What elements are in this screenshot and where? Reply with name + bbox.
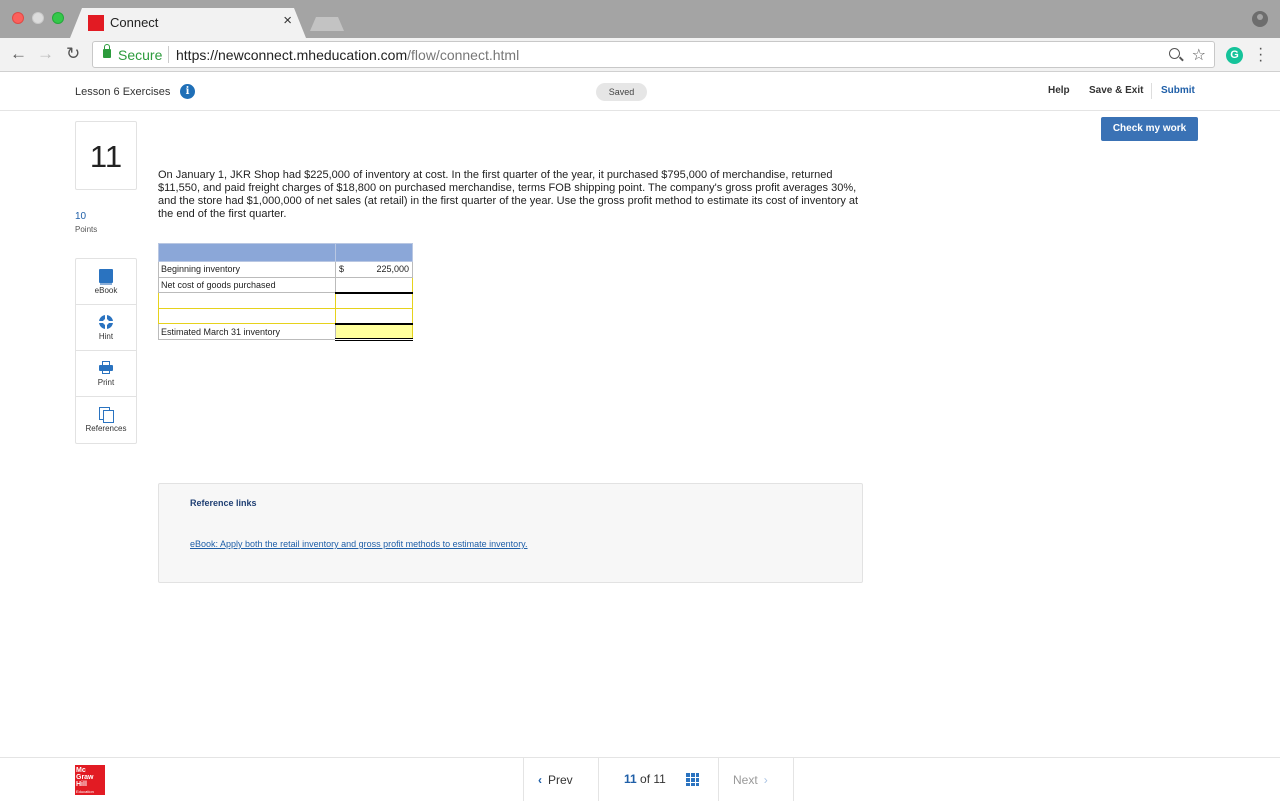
points-value: 10: [75, 211, 87, 222]
pager-divider: [718, 758, 719, 801]
secure-label: Secure: [118, 47, 163, 63]
book-icon: [99, 269, 113, 285]
browser-tab[interactable]: Connect ×: [70, 8, 306, 38]
close-window-button[interactable]: [12, 12, 24, 24]
question-grid-icon[interactable]: [686, 773, 699, 786]
beginning-inventory-value: $ 225,000: [335, 261, 413, 278]
table-row: Net cost of goods purchased: [158, 276, 413, 294]
reference-links-panel: Reference links eBook: Apply both the re…: [158, 483, 863, 583]
zoom-icon[interactable]: [1169, 48, 1180, 59]
table-row: [158, 307, 413, 325]
of-label: of: [640, 772, 651, 786]
amount-input-2[interactable]: [335, 307, 413, 325]
forward-arrow-icon[interactable]: →: [37, 44, 54, 64]
hint-label: Hint: [98, 332, 114, 341]
currency-symbol: $: [339, 264, 345, 274]
estimated-inventory-input[interactable]: [335, 323, 413, 341]
row-label-input-1[interactable]: [158, 292, 336, 309]
lesson-title: Lesson 6 Exercises: [75, 86, 171, 98]
minimize-window-button[interactable]: [32, 12, 44, 24]
help-link[interactable]: Help: [1048, 85, 1070, 96]
question-text: On January 1, JKR Shop had $225,000 of i…: [158, 169, 859, 220]
table-row: [158, 292, 413, 309]
logo-line: Hill: [76, 781, 87, 788]
print-label: Print: [97, 378, 115, 387]
amount: 225,000: [376, 264, 409, 274]
copy-icon: [99, 407, 114, 423]
mcgraw-hill-favicon-icon: [88, 15, 104, 31]
url-text[interactable]: https://newconnect.mheducation.com/flow/…: [176, 47, 519, 63]
saved-status-badge: Saved: [596, 83, 647, 101]
check-my-work-button[interactable]: Check my work: [1101, 117, 1198, 141]
lock-icon: [103, 44, 111, 58]
prev-button[interactable]: ‹ Prev: [538, 773, 573, 787]
browser-toolbar: ← → ↻ Secure https://newconnect.mheducat…: [0, 38, 1280, 72]
inventory-worksheet: Beginning inventory $ 225,000 Net cost o…: [158, 243, 413, 341]
amount-input-1[interactable]: [335, 292, 413, 309]
logo-line: Mc: [76, 767, 86, 774]
reference-links-title: Reference links: [190, 498, 257, 508]
points-label: Points: [75, 225, 98, 234]
table-row: Estimated March 31 inventory: [158, 323, 413, 341]
back-arrow-icon[interactable]: ←: [10, 44, 27, 64]
new-tab-button[interactable]: [310, 17, 344, 31]
question-position[interactable]: 11 of 11: [624, 772, 666, 786]
footer: Mc Graw Hill Education ‹ Prev 11 of 11 Ne…: [0, 757, 1280, 801]
logo-subline: Education: [76, 789, 94, 794]
print-button[interactable]: Print: [76, 351, 136, 397]
printer-icon: [99, 361, 113, 375]
next-label: Next: [733, 773, 758, 787]
maximize-window-button[interactable]: [52, 12, 64, 24]
profile-icon[interactable]: [1252, 11, 1268, 27]
chevron-left-icon: ‹: [538, 773, 542, 787]
ebook-button[interactable]: eBook: [76, 259, 136, 305]
ebook-reference-link[interactable]: eBook: Apply both the retail inventory a…: [190, 539, 528, 549]
row-label-estimated-inventory: Estimated March 31 inventory: [158, 323, 336, 340]
references-button[interactable]: References: [76, 397, 136, 443]
hint-button[interactable]: Hint: [76, 305, 136, 351]
net-cost-purchased-input[interactable]: [335, 276, 413, 294]
next-button[interactable]: Next ›: [733, 773, 768, 787]
bookmark-star-icon[interactable]: ☆: [1192, 45, 1206, 65]
row-label-net-cost-purchased: Net cost of goods purchased: [158, 276, 336, 294]
row-label-input-2[interactable]: [158, 307, 336, 325]
question-number: 11: [75, 121, 137, 190]
total-questions: 11: [653, 772, 666, 786]
question-tools: eBook Hint Print References: [75, 258, 137, 444]
logo-line: Graw: [76, 774, 94, 781]
url-path: /flow/connect.html: [407, 47, 520, 63]
assignment-header: Lesson 6 Exercises i Saved Help Save & E…: [0, 72, 1280, 111]
browser-menu-icon[interactable]: · · ·: [1258, 41, 1264, 69]
save-exit-link[interactable]: Save & Exit: [1089, 85, 1143, 96]
prev-label: Prev: [548, 773, 573, 787]
lifebuoy-icon: [99, 315, 113, 329]
tab-close-icon[interactable]: ×: [283, 12, 292, 29]
references-label: References: [85, 424, 127, 433]
worksheet-header-row: [158, 243, 413, 262]
current-question: 11: [624, 772, 637, 786]
mcgraw-hill-logo: Mc Graw Hill Education: [75, 765, 105, 795]
table-row: Beginning inventory $ 225,000: [158, 261, 413, 278]
url-host: https://newconnect.mheducation.com: [176, 47, 408, 63]
ebook-label: eBook: [94, 286, 118, 295]
chevron-right-icon: ›: [763, 773, 768, 787]
address-bar[interactable]: Secure https://newconnect.mheducation.co…: [92, 41, 1215, 68]
reload-icon[interactable]: ↻: [66, 44, 80, 64]
grammarly-extension-icon[interactable]: G: [1226, 47, 1243, 64]
info-icon[interactable]: i: [180, 84, 195, 99]
submit-link[interactable]: Submit: [1161, 85, 1195, 96]
row-label-beginning-inventory: Beginning inventory: [158, 261, 336, 278]
address-divider: [168, 46, 169, 63]
pager-divider: [598, 758, 599, 801]
browser-tab-strip: Connect ×: [0, 0, 1280, 38]
header-divider: [1151, 83, 1152, 99]
question-pager: ‹ Prev 11 of 11 Next ›: [523, 758, 794, 801]
tab-title: Connect: [110, 15, 159, 30]
